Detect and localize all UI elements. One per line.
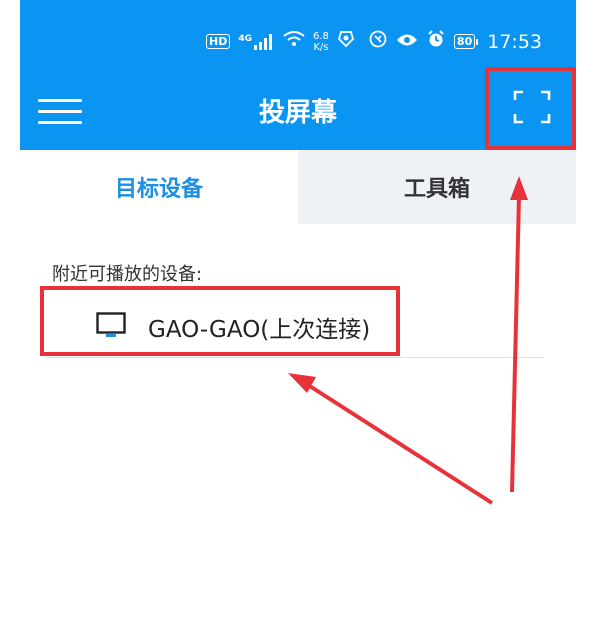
tab-target-devices[interactable]: 目标设备 (20, 150, 298, 224)
app-screen: HD 4G 6.8 K/s 80 17:53 投屏幕 目标设备 工具箱 附近可播… (20, 0, 576, 638)
alarm-icon (427, 30, 445, 53)
app-notification-icon (337, 30, 355, 53)
eye-comfort-icon (396, 31, 418, 52)
device-list-item[interactable]: GAO-GAO(上次连接) (46, 288, 546, 358)
tab-bar: 目标设备 工具箱 (20, 150, 576, 224)
status-bar: HD 4G 6.8 K/s 80 17:53 (20, 20, 576, 60)
scan-button[interactable] (488, 70, 574, 148)
status-clock: 17:53 (487, 30, 542, 53)
tab-toolbox[interactable]: 工具箱 (298, 150, 576, 224)
monitor-icon (96, 312, 126, 337)
scan-icon (513, 90, 551, 124)
data-saver-icon (369, 30, 387, 53)
wifi-icon (283, 31, 305, 52)
device-name: GAO-GAO(上次连接) (148, 317, 371, 343)
battery-icon: 80 (453, 34, 479, 49)
list-divider (46, 357, 544, 358)
nearby-devices-label: 附近可播放的设备: (52, 264, 203, 285)
app-bar: 投屏幕 (20, 70, 576, 148)
status-right-indicators: 80 17:53 (369, 30, 542, 53)
hd-voice-icon: HD (206, 34, 231, 49)
status-left-indicators: HD 4G 6.8 K/s (206, 30, 355, 53)
cellular-signal-icon: 4G (238, 33, 275, 50)
network-speed: 6.8 K/s (313, 30, 329, 53)
